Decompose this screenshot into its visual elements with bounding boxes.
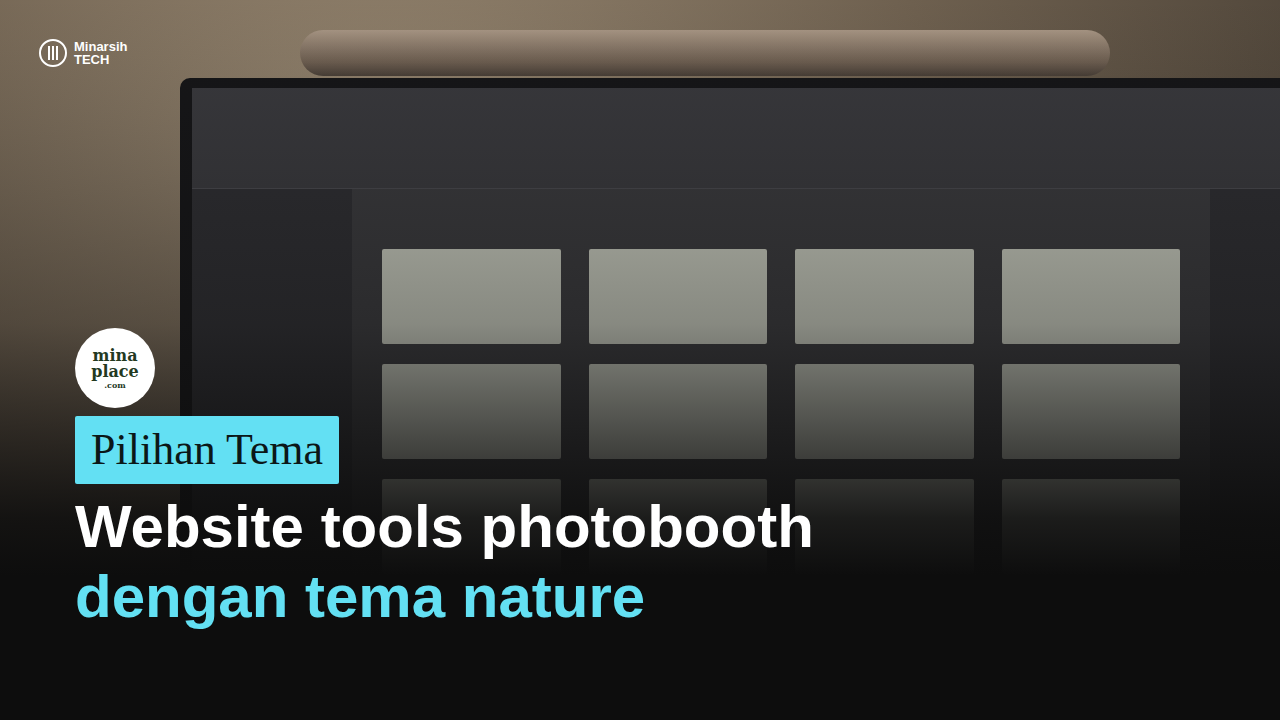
brand-logo: MinarsihTECH [0, 38, 1280, 68]
headline-line: Website tools photobooth [75, 492, 814, 562]
partner-logo-text: .com [104, 381, 125, 389]
topic-tag: Pilihan Tema [75, 416, 339, 484]
overlay-content: MinarsihTECH minaplace.com Pilihan Tema Web… [0, 0, 1280, 720]
partner-logo-text: place [91, 364, 139, 380]
headline-accent-line: dengan tema nature [75, 562, 645, 632]
brand-name: Minarsih [74, 40, 127, 53]
brand-sub: TECH [74, 53, 127, 66]
thumbnail: MinarsihTECH minaplace.com Pilihan Tema Web… [0, 0, 1280, 720]
brand-text: MinarsihTECH [74, 40, 127, 66]
partner-logo: minaplace.com [75, 328, 155, 408]
brand-mark-icon [38, 38, 68, 68]
title-block: minaplace.com Pilihan Tema Website tools p… [0, 328, 1280, 632]
partner-logo-text: mina [92, 348, 137, 364]
